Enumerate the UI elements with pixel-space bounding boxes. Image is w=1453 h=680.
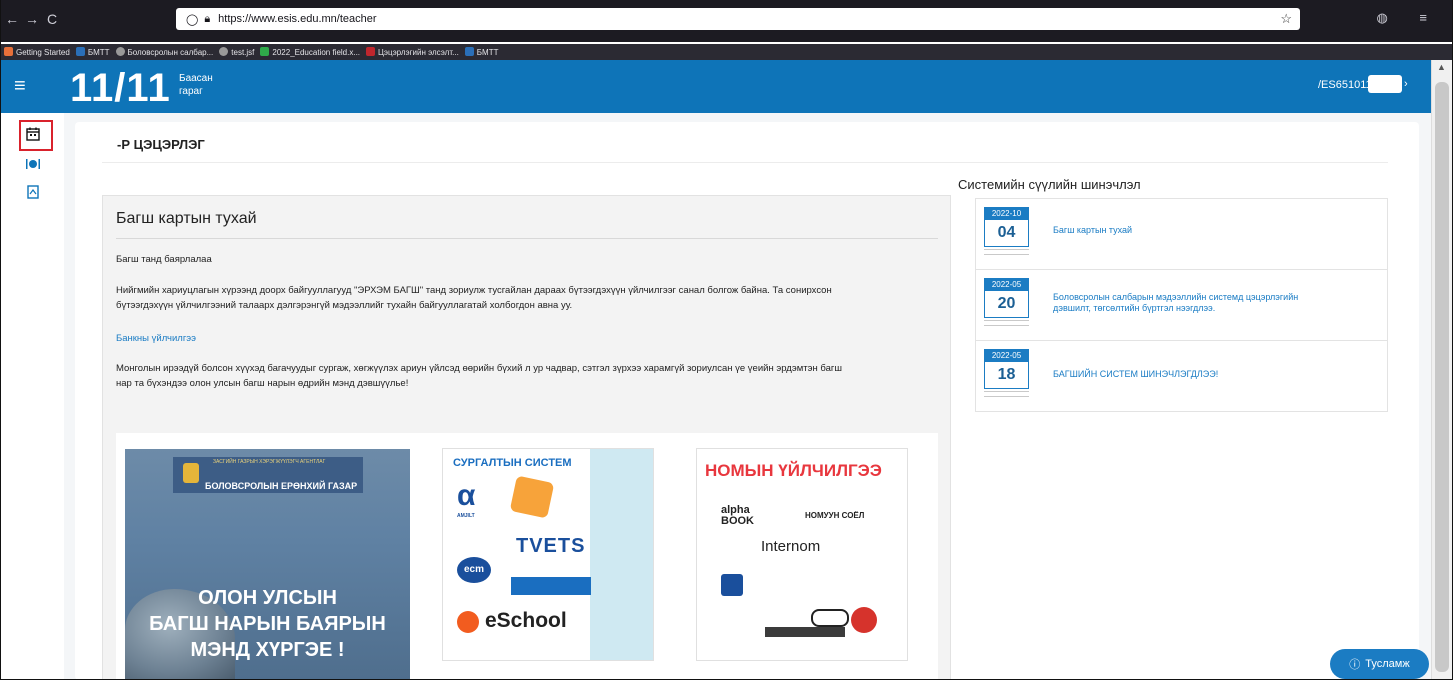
window-frame <box>0 0 1453 680</box>
